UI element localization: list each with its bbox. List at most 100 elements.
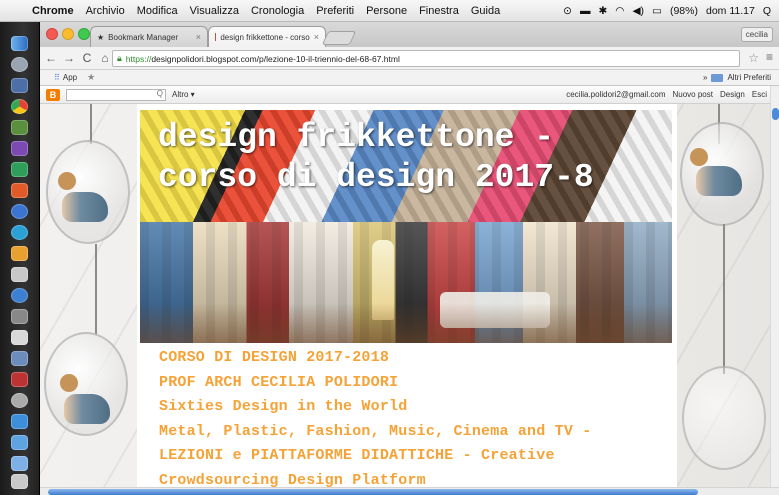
- chrome-menu-icon[interactable]: ≡: [766, 50, 773, 64]
- app-icon-19[interactable]: [11, 414, 28, 429]
- page-viewport: design frikkettone - corso di design 201…: [40, 104, 779, 487]
- chevron-double-right-icon[interactable]: »: [703, 73, 707, 82]
- app-icon-10[interactable]: [11, 225, 28, 240]
- logout-link[interactable]: Esci: [752, 90, 767, 99]
- blogger-logo-icon[interactable]: B: [46, 88, 60, 101]
- wifi-icon[interactable]: ◠: [615, 5, 624, 17]
- address-bar[interactable]: 🔒︎ https://designpolidori.blogspot.com/p…: [112, 50, 740, 67]
- apps-shortcut[interactable]: ⠿ App: [54, 73, 77, 82]
- tab-label: Bookmark Manager: [108, 32, 178, 42]
- post-line: Crowdsourcing Design Platform: [159, 471, 426, 488]
- menu-app-name[interactable]: Chrome: [26, 5, 80, 17]
- vertical-scroll-thumb[interactable]: [772, 108, 779, 120]
- blog-header-image[interactable]: design frikkettone - corso di design 201…: [140, 110, 672, 222]
- other-bookmarks[interactable]: » Altri Preferiti: [703, 73, 771, 82]
- downloads-folder-icon[interactable]: [11, 456, 28, 471]
- app-icon-12[interactable]: [11, 267, 28, 282]
- menubar-status-area: ⊙ ▬ ✱ ◠ ◀) ▭ (98%) dom 11.17 Q: [563, 5, 779, 17]
- finder-icon[interactable]: [11, 36, 28, 51]
- menu-persone[interactable]: Persone: [360, 5, 413, 17]
- post-line: Metal, Plastic, Fashion, Music, Cinema a…: [159, 422, 592, 440]
- bluetooth-icon[interactable]: ✱: [598, 5, 607, 17]
- studio-panorama-image: [140, 222, 672, 343]
- apps-grid-icon: ⠿: [54, 73, 60, 82]
- menu-finestra[interactable]: Finestra: [413, 5, 465, 17]
- volume-icon[interactable]: ◀): [632, 5, 644, 17]
- display-icon[interactable]: ▬: [580, 5, 591, 17]
- menu-preferiti[interactable]: Preferiti: [310, 5, 360, 17]
- navbar-user-links: cecilia.polidori2@gmail.com Nuovo post D…: [566, 90, 779, 99]
- home-icon[interactable]: ⌂: [98, 51, 112, 65]
- app-icon-8[interactable]: [11, 183, 28, 198]
- battery-percent: (98%): [669, 4, 698, 17]
- blog-search-input[interactable]: Q: [66, 88, 166, 101]
- time-machine-icon[interactable]: ⊙: [563, 5, 572, 17]
- new-post-link[interactable]: Nuovo post: [673, 90, 713, 99]
- post-line: LEZIONI e PIATTAFORME DIDATTICHE - Creat…: [159, 447, 555, 464]
- app-icon-3[interactable]: [11, 78, 28, 93]
- app-icon-15[interactable]: [11, 330, 28, 345]
- post-line: PROF ARCH CECILIA POLIDORI: [159, 373, 399, 391]
- window-controls: [46, 28, 90, 40]
- clock[interactable]: dom 11.17: [706, 5, 755, 17]
- close-tab-icon[interactable]: ×: [314, 32, 319, 42]
- bookmarks-bar: ⠿ App ★ » Altri Preferiti: [40, 70, 779, 86]
- launchpad-icon[interactable]: [11, 57, 28, 72]
- app-icon-9[interactable]: [11, 204, 28, 219]
- battery-icon[interactable]: ▭: [652, 5, 662, 17]
- menu-guida[interactable]: Guida: [465, 5, 506, 17]
- app-icon-17[interactable]: [11, 372, 28, 387]
- dock: [0, 22, 40, 495]
- blog-title[interactable]: design frikkettone - corso di design 201…: [158, 118, 594, 198]
- folder-icon: [711, 73, 724, 82]
- apps-label: App: [62, 73, 78, 82]
- spotlight-search-icon[interactable]: Q: [763, 5, 771, 17]
- menu-visualizza[interactable]: Visualizza: [184, 5, 245, 17]
- close-tab-icon[interactable]: ×: [196, 32, 201, 42]
- menu-archivio[interactable]: Archivio: [80, 5, 131, 17]
- horizontal-scrollbar[interactable]: [40, 487, 779, 495]
- other-bookmarks-label: Altri Preferiti: [727, 73, 771, 82]
- zoom-window-button[interactable]: [78, 28, 90, 40]
- lock-icon: 🔒︎: [117, 53, 122, 63]
- bookmark-star-icon[interactable]: ☆: [748, 51, 759, 65]
- blog-main-column: design frikkettone - corso di design 201…: [137, 104, 677, 487]
- post-body: CORSO DI DESIGN 2017-2018 PROF ARCH CECI…: [159, 346, 669, 487]
- app-icon-20[interactable]: [11, 435, 28, 450]
- back-arrow-icon[interactable]: ←: [44, 51, 58, 65]
- tab-label: design frikkettone - corso: [220, 32, 310, 42]
- new-tab-button[interactable]: [321, 31, 357, 45]
- post-line: Sixties Design in the World: [159, 398, 408, 415]
- menu-modifica[interactable]: Modifica: [131, 5, 184, 17]
- chrome-icon[interactable]: [11, 99, 28, 114]
- url-scheme: https://: [125, 53, 152, 64]
- app-icon-5[interactable]: [11, 120, 28, 135]
- browser-toolbar: ← → C ⌂ 🔒︎ https://designpolidori.blogsp…: [40, 47, 779, 70]
- design-link[interactable]: Design: [720, 90, 745, 99]
- post-line: CORSO DI DESIGN 2017-2018: [159, 349, 390, 366]
- bookmark-star-icon[interactable]: ★: [87, 72, 95, 83]
- forward-arrow-icon[interactable]: →: [62, 51, 76, 65]
- profile-button[interactable]: cecilia: [740, 27, 773, 42]
- trash-icon[interactable]: [11, 474, 28, 489]
- app-icon-18[interactable]: [11, 393, 28, 408]
- blog-title-line-2: corso di design 2017-8: [158, 159, 594, 196]
- reload-icon[interactable]: C: [80, 51, 94, 65]
- search-icon[interactable]: Q: [157, 89, 163, 98]
- background-image-left: [40, 104, 135, 487]
- app-icon-16[interactable]: [11, 351, 28, 366]
- menu-cronologia[interactable]: Cronologia: [245, 5, 310, 17]
- user-email: cecilia.polidori2@gmail.com: [566, 90, 666, 99]
- altro-menu[interactable]: Altro ▾: [172, 90, 195, 99]
- minimize-window-button[interactable]: [62, 28, 74, 40]
- tab-design-frikkettone[interactable]: design frikkettone - corso ×: [208, 26, 326, 47]
- app-icon-6[interactable]: [11, 141, 28, 156]
- tab-bookmark-manager[interactable]: ★ Bookmark Manager ×: [90, 26, 208, 47]
- close-window-button[interactable]: [46, 28, 58, 40]
- vertical-scrollbar[interactable]: [770, 86, 779, 487]
- horizontal-scroll-thumb[interactable]: [48, 489, 698, 495]
- app-icon-14[interactable]: [11, 309, 28, 324]
- app-icon-7[interactable]: [11, 162, 28, 177]
- app-icon-11[interactable]: [11, 246, 28, 261]
- app-icon-13[interactable]: [11, 288, 28, 303]
